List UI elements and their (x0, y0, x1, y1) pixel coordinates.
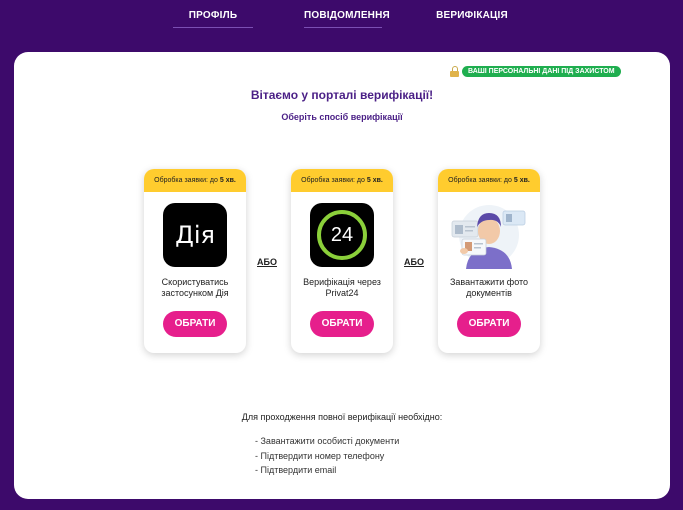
tab-profile-label: ПРОФІЛЬ (188, 10, 238, 21)
card-photo-caption: Завантажити фото документів (449, 277, 529, 298)
card-diia-caption: Скористуватись застосунком Дія (161, 277, 229, 298)
tab-profile-underline (173, 27, 253, 28)
processing-label: Обробка заявки: до (448, 177, 514, 184)
processing-time: 5 хв. (219, 177, 236, 184)
processing-label: Обробка заявки: до (154, 177, 220, 184)
tab-verification-label: ВЕРИФІКАЦІЯ (436, 10, 508, 21)
or-separator: АБО (404, 257, 424, 267)
tab-messages-underline (304, 27, 382, 28)
page-title: Вітаємо у порталі верифікації! (250, 88, 434, 102)
processing-time: 5 хв. (513, 177, 530, 184)
card-diia-processing-time: Обробка заявки: до 5 хв. (144, 169, 246, 192)
card-photo-upload: Обробка заявки: до 5 хв. Завантажити фот… (438, 169, 540, 353)
data-protected-text: ВАШІ ПЕРСОНАЛЬНІ ДАНІ ПІД ЗАХИСТОМ (462, 66, 621, 77)
requirement-item: - Підтвердити номер телефону (255, 450, 385, 461)
person-with-documents-illustration-icon (451, 205, 526, 269)
card-photo-processing-time: Обробка заявки: до 5 хв. (438, 169, 540, 192)
card-diia: Обробка заявки: до 5 хв. Дія Скористуват… (144, 169, 246, 353)
tab-verification[interactable]: ВЕРИФІКАЦІЯ (432, 10, 512, 28)
choose-privat24-button[interactable]: ОБРАТИ (310, 311, 374, 337)
lock-icon (450, 66, 459, 77)
card-privat24-caption: Верифікація через Privat24 (303, 277, 381, 298)
requirements-title: Для проходження повної верифікації необх… (241, 412, 443, 422)
requirements-list: - Завантажити особисті документи - Підтв… (255, 434, 399, 478)
privat24-logo-text: 24 (330, 223, 354, 246)
card-privat24: Обробка заявки: до 5 хв. 24 Верифікація … (291, 169, 393, 353)
diia-logo-text: Дія (175, 221, 215, 249)
diia-logo-icon: Дія (163, 203, 227, 267)
processing-label: Обробка заявки: до (301, 177, 367, 184)
privat24-logo-icon: 24 (310, 203, 374, 267)
choose-diia-button[interactable]: ОБРАТИ (163, 311, 227, 337)
choose-photo-upload-button[interactable]: ОБРАТИ (457, 311, 521, 337)
tab-profile[interactable]: ПРОФІЛЬ (173, 10, 253, 28)
tab-messages-label: ПОВІДОМЛЕННЯ (304, 10, 390, 21)
or-separator: АБО (257, 257, 277, 267)
page-subtitle: Оберіть спосіб верифікації (281, 112, 403, 122)
tab-messages[interactable]: ПОВІДОМЛЕННЯ (304, 10, 390, 28)
processing-time: 5 хв. (366, 177, 383, 184)
verification-panel: ВАШІ ПЕРСОНАЛЬНІ ДАНІ ПІД ЗАХИСТОМ Вітає… (14, 52, 670, 499)
requirement-item: - Підтвердити email (255, 465, 337, 475)
top-navigation: ПРОФІЛЬ ПОВІДОМЛЕННЯ ВЕРИФІКАЦІЯ (0, 0, 683, 40)
privat24-ring: 24 (317, 210, 367, 260)
data-protected-badge: ВАШІ ПЕРСОНАЛЬНІ ДАНІ ПІД ЗАХИСТОМ (450, 66, 621, 77)
card-privat24-processing-time: Обробка заявки: до 5 хв. (291, 169, 393, 192)
requirement-item: - Завантажити особисті документи (255, 436, 400, 446)
